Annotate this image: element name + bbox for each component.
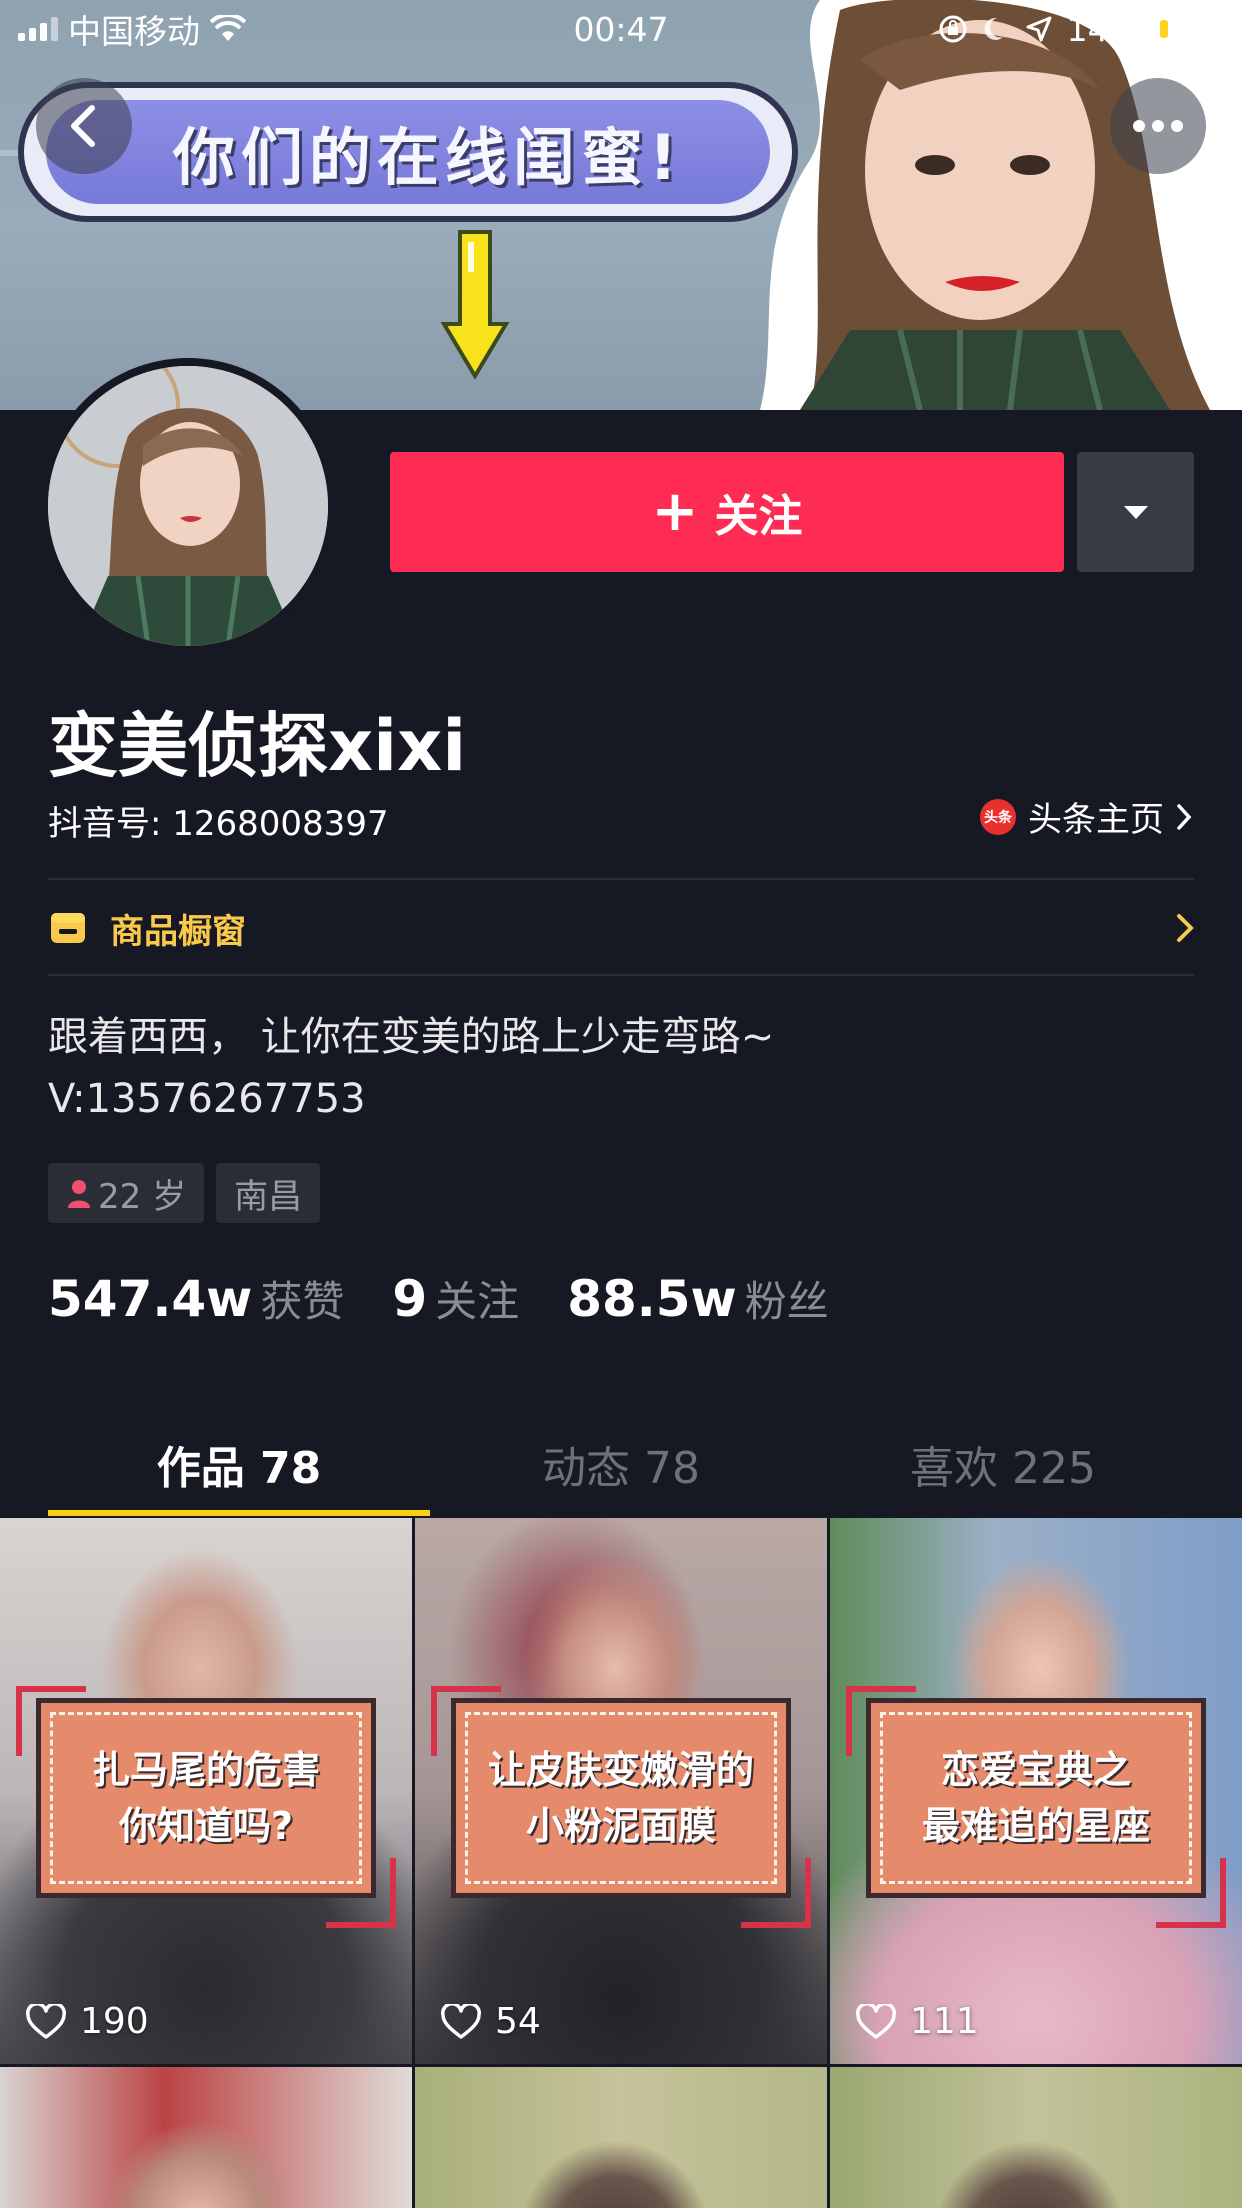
more-dots-icon — [1133, 120, 1183, 132]
status-bar-right: 14% — [764, 9, 1230, 49]
profile-stats: 547.4w 获赞 9 关注 88.5w 粉丝 — [48, 1268, 829, 1329]
toutiao-logo-icon: 头条 — [980, 798, 1016, 835]
cellular-signal-icon — [18, 17, 58, 41]
orientation-lock-icon — [939, 15, 967, 43]
bio: 跟着西西， 让你在变美的路上少走弯路~ V:13576267753 — [48, 1006, 774, 1130]
video-thumbnail[interactable]: 扎马尾的危害 你知道吗? 190 — [0, 1518, 412, 2064]
following-stat[interactable]: 9 关注 — [392, 1268, 519, 1329]
bio-line: 跟着西西， 让你在变美的路上少走弯路~ — [48, 1014, 775, 1060]
do-not-disturb-icon — [984, 17, 1003, 40]
product-showcase-label: 商品橱窗 — [110, 911, 246, 952]
avatar-image — [48, 366, 328, 646]
video-title-line: 让皮肤变嫩滑的 — [487, 1748, 754, 1792]
video-thumbnail[interactable] — [830, 2067, 1242, 2208]
profile-tabs: 作品 78 动态 78 喜欢 225 — [48, 1412, 1194, 1516]
carrier-name: 中国移动 — [68, 12, 200, 51]
video-title-line: 最难追的星座 — [921, 1804, 1150, 1848]
wifi-icon — [210, 15, 246, 41]
bio-line: V:13576267753 — [48, 1076, 366, 1122]
likes-count: 547.4w — [48, 1270, 253, 1328]
plus-icon: + — [651, 479, 699, 544]
heart-icon — [441, 2003, 481, 2039]
chevron-right-icon — [1177, 803, 1192, 830]
video-grid: 扎马尾的危害 你知道吗? 190 让皮肤变嫩滑的 小粉泥面膜 54 恋爱宝典之 … — [0, 1518, 1242, 2208]
more-options-button[interactable] — [1110, 78, 1206, 174]
card-text-frame: 恋爱宝典之 最难追的星座 — [880, 1712, 1192, 1884]
video-thumbnail[interactable] — [0, 2067, 412, 2208]
avatar-portrait — [48, 366, 328, 646]
video-likes: 111 — [856, 2001, 979, 2042]
female-icon — [68, 1180, 90, 1208]
video-title-card: 恋爱宝典之 最难追的星座 — [866, 1698, 1206, 1898]
follow-button-label: 关注 — [714, 491, 803, 542]
age-label: 22 岁 — [98, 1176, 187, 1217]
yellow-arrow-icon — [440, 230, 510, 380]
video-title-line: 扎马尾的危害 — [91, 1748, 320, 1792]
heart-icon — [26, 2003, 66, 2039]
shop-icon — [51, 913, 85, 943]
likes-stat: 547.4w 获赞 — [48, 1268, 344, 1329]
heart-icon — [856, 2003, 896, 2039]
divider-bottom — [48, 974, 1194, 976]
profile-banner: 你们的在线闺蜜! — [0, 0, 1242, 410]
status-bar-left: 中国移动 — [18, 5, 478, 53]
video-thumbnail[interactable]: 让皮肤变嫩滑的 小粉泥面膜 54 — [415, 1518, 827, 2064]
video-likes-count: 190 — [80, 2001, 149, 2042]
card-text-frame: 扎马尾的危害 你知道吗? — [50, 1712, 362, 1884]
chevron-right-icon — [1177, 914, 1194, 942]
video-cover — [0, 2067, 412, 2208]
video-title-line: 恋爱宝典之 — [940, 1748, 1131, 1792]
toutiao-link-label: 头条主页 — [1028, 800, 1164, 840]
video-title-card: 扎马尾的危害 你知道吗? — [36, 1698, 376, 1898]
followers-label: 粉丝 — [744, 1277, 829, 1326]
video-likes: 190 — [26, 2001, 149, 2042]
age-tag: 22 岁 — [48, 1163, 205, 1223]
tab-works[interactable]: 作品 78 — [48, 1412, 430, 1516]
followers-stat[interactable]: 88.5w 粉丝 — [567, 1268, 829, 1329]
location-label: 南昌 — [234, 1176, 303, 1217]
banner-speech-bubble: 你们的在线闺蜜! — [18, 82, 798, 222]
avatar[interactable] — [40, 358, 336, 654]
status-time: 00:47 — [573, 9, 669, 49]
product-showcase-row[interactable]: 商品橱窗 — [48, 880, 1194, 976]
douyin-id: 抖音号: 1268008397 — [48, 804, 389, 844]
chevron-left-icon — [71, 105, 95, 147]
battery-icon — [1154, 14, 1230, 44]
status-bar: 中国移动 00:47 14% — [0, 0, 1242, 58]
toutiao-homepage-link[interactable]: 头条 头条主页 — [980, 792, 1192, 841]
recommend-dropdown-button[interactable] — [1077, 452, 1194, 572]
video-likes-count: 111 — [910, 2001, 979, 2042]
banner-person-image — [760, 0, 1242, 410]
banner-bubble-text: 你们的在线闺蜜! — [172, 121, 684, 194]
banner-bubble-inner: 你们的在线闺蜜! — [46, 100, 770, 204]
video-thumbnail[interactable] — [415, 2067, 827, 2208]
following-count: 9 — [392, 1270, 428, 1328]
location-tag: 南昌 — [216, 1163, 321, 1223]
video-cover — [830, 2067, 1242, 2208]
video-thumbnail[interactable]: 恋爱宝典之 最难追的星座 111 — [830, 1518, 1242, 2064]
battery-percent: 14% — [1066, 9, 1140, 49]
video-likes: 54 — [441, 2001, 541, 2042]
tab-moments[interactable]: 动态 78 — [430, 1412, 812, 1516]
profile-tags: 22 岁 南昌 — [48, 1163, 321, 1223]
back-button[interactable] — [36, 78, 132, 174]
nickname: 变美侦探xixi — [48, 705, 467, 787]
follow-button[interactable]: + 关注 — [390, 452, 1064, 572]
tab-likes[interactable]: 喜欢 225 — [812, 1412, 1194, 1516]
video-title-line: 小粉泥面膜 — [525, 1804, 716, 1848]
video-likes-count: 54 — [495, 2001, 541, 2042]
card-text-frame: 让皮肤变嫩滑的 小粉泥面膜 — [465, 1712, 777, 1884]
video-title-line: 你知道吗? — [118, 1804, 294, 1848]
likes-label: 获赞 — [260, 1277, 345, 1326]
followers-count: 88.5w — [567, 1270, 737, 1328]
battery-level — [1160, 20, 1169, 38]
triangle-down-icon — [1123, 506, 1148, 519]
location-icon — [1026, 16, 1052, 42]
video-cover — [415, 2067, 827, 2208]
video-title-card: 让皮肤变嫩滑的 小粉泥面膜 — [451, 1698, 791, 1898]
following-label: 关注 — [435, 1277, 520, 1326]
